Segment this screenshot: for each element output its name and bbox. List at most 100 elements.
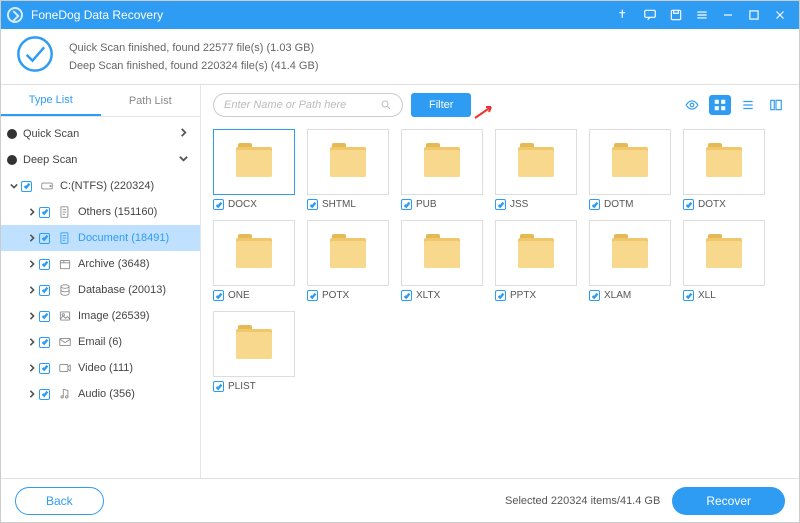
folder-thumb[interactable] xyxy=(213,311,295,377)
folder-thumb[interactable] xyxy=(495,220,577,286)
file-item[interactable]: PLIST xyxy=(213,311,295,392)
view-detail-icon[interactable] xyxy=(765,95,787,115)
tree-item-video[interactable]: Video (111) xyxy=(1,355,200,381)
tree-item-db[interactable]: Database (20013) xyxy=(1,277,200,303)
checkbox-checked[interactable] xyxy=(213,199,224,210)
file-item[interactable]: POTX xyxy=(307,220,389,301)
folder-thumb[interactable] xyxy=(683,129,765,195)
folder-icon xyxy=(612,147,648,177)
checkbox-checked[interactable] xyxy=(39,207,50,218)
checkbox-checked[interactable] xyxy=(589,199,600,210)
view-list-icon[interactable] xyxy=(737,95,759,115)
close-icon[interactable] xyxy=(767,1,793,29)
folder-thumb[interactable] xyxy=(589,220,671,286)
checkbox-checked[interactable] xyxy=(39,259,50,270)
toolbar: Filter xyxy=(201,85,799,125)
search-input[interactable] xyxy=(213,93,403,117)
file-name: SHTML xyxy=(322,199,356,210)
filter-button[interactable]: Filter xyxy=(411,93,471,117)
file-name: DOTM xyxy=(604,199,633,210)
checkbox-checked[interactable] xyxy=(683,290,694,301)
file-item[interactable]: SHTML xyxy=(307,129,389,210)
file-item[interactable]: XLTX xyxy=(401,220,483,301)
file-item[interactable]: XLL xyxy=(683,220,765,301)
tree-label: Video (111) xyxy=(78,362,133,374)
tab-path-list[interactable]: Path List xyxy=(101,85,201,116)
file-name: XLL xyxy=(698,290,716,301)
share-icon[interactable] xyxy=(611,1,637,29)
checkbox-checked[interactable] xyxy=(495,199,506,210)
status-bar: Quick Scan finished, found 22577 file(s)… xyxy=(1,29,799,85)
tree-quick-scan[interactable]: Quick Scan xyxy=(1,121,200,147)
search-icon xyxy=(380,99,392,111)
db-icon xyxy=(56,283,74,297)
tree: Quick Scan Deep Scan C:(NTFS) (220324) O… xyxy=(1,117,200,478)
chevron-right-icon xyxy=(25,390,39,398)
checkbox-checked[interactable] xyxy=(401,199,412,210)
chevron-down-icon xyxy=(7,182,21,190)
tree-label: Document (18491) xyxy=(78,232,169,244)
minimize-icon[interactable] xyxy=(715,1,741,29)
folder-thumb[interactable] xyxy=(307,129,389,195)
checkbox-checked[interactable] xyxy=(307,290,318,301)
checkbox-checked[interactable] xyxy=(213,290,224,301)
folder-thumb[interactable] xyxy=(401,129,483,195)
folder-thumb[interactable] xyxy=(683,220,765,286)
doc-icon xyxy=(56,231,74,245)
checkbox-checked[interactable] xyxy=(39,337,50,348)
preview-toggle-icon[interactable] xyxy=(681,95,703,115)
chevron-right-icon xyxy=(25,208,39,216)
tree-item-email[interactable]: Email (6) xyxy=(1,329,200,355)
recover-button[interactable]: Recover xyxy=(672,487,785,515)
file-item[interactable]: DOCX xyxy=(213,129,295,210)
file-name: PUB xyxy=(416,199,437,210)
menu-icon[interactable] xyxy=(689,1,715,29)
tree-drive[interactable]: C:(NTFS) (220324) xyxy=(1,173,200,199)
folder-icon xyxy=(706,238,742,268)
file-item[interactable]: PPTX xyxy=(495,220,577,301)
checkbox-checked[interactable] xyxy=(307,199,318,210)
checkbox-checked[interactable] xyxy=(401,290,412,301)
file-item[interactable]: JSS xyxy=(495,129,577,210)
save-icon[interactable] xyxy=(663,1,689,29)
checkbox-checked[interactable] xyxy=(589,290,600,301)
folder-thumb[interactable] xyxy=(213,129,295,195)
folder-icon xyxy=(330,238,366,268)
file-item[interactable]: DOTX xyxy=(683,129,765,210)
file-name: DOCX xyxy=(228,199,257,210)
maximize-icon[interactable] xyxy=(741,1,767,29)
checkbox-checked[interactable] xyxy=(39,285,50,296)
tree-item-file[interactable]: Others (151160) xyxy=(1,199,200,225)
folder-thumb[interactable] xyxy=(495,129,577,195)
checkbox-checked[interactable] xyxy=(39,363,50,374)
checkbox-checked[interactable] xyxy=(495,290,506,301)
feedback-icon[interactable] xyxy=(637,1,663,29)
checkbox-checked[interactable] xyxy=(39,233,50,244)
folder-thumb[interactable] xyxy=(307,220,389,286)
checkbox-checked[interactable] xyxy=(683,199,694,210)
tree-deep-scan[interactable]: Deep Scan xyxy=(1,147,200,173)
checkbox-checked[interactable] xyxy=(39,389,50,400)
search-field[interactable] xyxy=(224,99,380,111)
folder-icon xyxy=(424,147,460,177)
folder-icon xyxy=(236,238,272,268)
file-item[interactable]: PUB xyxy=(401,129,483,210)
checkbox-checked[interactable] xyxy=(213,381,224,392)
checkbox-checked[interactable] xyxy=(39,311,50,322)
tree-item-image[interactable]: Image (26539) xyxy=(1,303,200,329)
folder-thumb[interactable] xyxy=(213,220,295,286)
status-quick-scan: Quick Scan finished, found 22577 file(s)… xyxy=(69,39,318,57)
view-grid-icon[interactable] xyxy=(709,95,731,115)
tree-item-audio[interactable]: Audio (356) xyxy=(1,381,200,407)
file-item[interactable]: XLAM xyxy=(589,220,671,301)
file-name: JSS xyxy=(510,199,528,210)
tree-item-doc[interactable]: Document (18491) xyxy=(1,225,200,251)
back-button[interactable]: Back xyxy=(15,487,104,515)
file-item[interactable]: DOTM xyxy=(589,129,671,210)
checkbox-checked[interactable] xyxy=(21,181,32,192)
tab-type-list[interactable]: Type List xyxy=(1,85,101,116)
file-item[interactable]: ONE xyxy=(213,220,295,301)
folder-thumb[interactable] xyxy=(401,220,483,286)
folder-thumb[interactable] xyxy=(589,129,671,195)
tree-item-archive[interactable]: Archive (3648) xyxy=(1,251,200,277)
